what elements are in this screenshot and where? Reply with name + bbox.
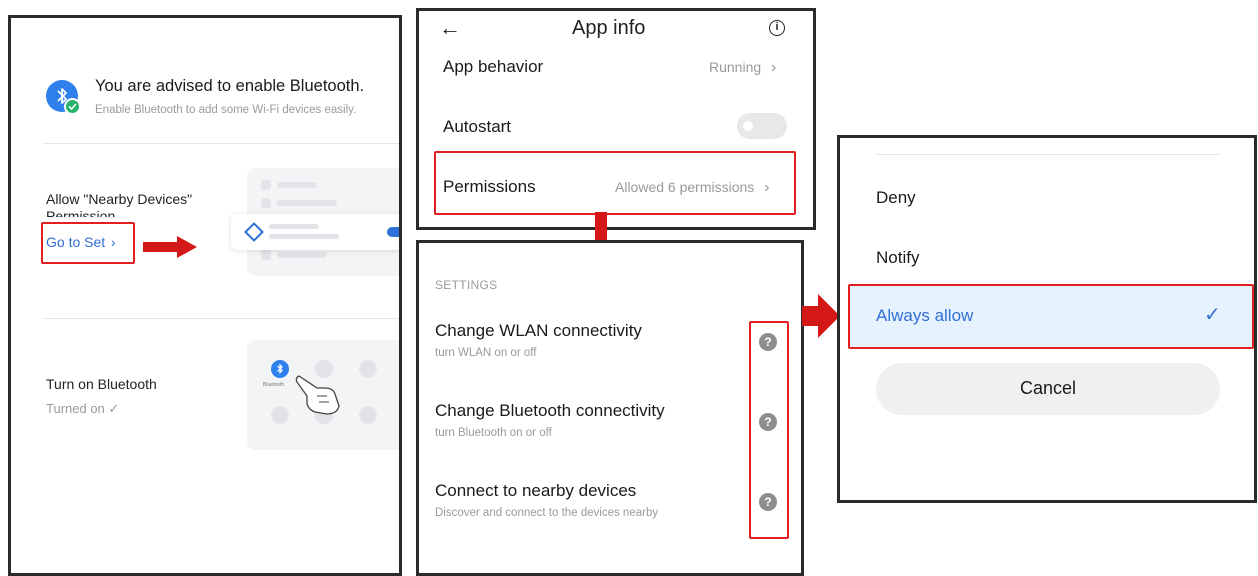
- autostart-toggle[interactable]: [737, 113, 787, 139]
- app-info-panel: ← App info i App behavior Running › Auto…: [416, 8, 816, 230]
- cancel-button-label: Cancel: [1019, 378, 1077, 398]
- pointing-hand-icon: [295, 375, 340, 415]
- permission-illustration-card: [231, 214, 399, 250]
- autostart-row: Autostart: [419, 111, 813, 147]
- permission-choice-dialog: Deny Notify Always allow ✓ Cancel: [837, 135, 1257, 503]
- cancel-button[interactable]: Cancel: [876, 363, 1220, 415]
- check-badge-icon: [64, 98, 81, 115]
- permission-subtitle: Discover and connect to the devices near…: [435, 507, 659, 519]
- settings-permissions-panel: SETTINGS Change WLAN connectivity turn W…: [416, 240, 804, 576]
- option-deny[interactable]: Deny: [840, 182, 1254, 218]
- red-arrow-icon: [143, 236, 199, 258]
- option-notify-label: Notify: [876, 248, 920, 267]
- go-to-set-highlight: [41, 222, 135, 264]
- page-title: App info: [572, 17, 646, 39]
- permission-title: Change WLAN connectivity: [435, 321, 642, 340]
- control-center-illustration: Bluetooth: [247, 340, 399, 450]
- option-deny-label: Deny: [876, 188, 916, 207]
- mock-bluetooth-label: Bluetooth: [263, 382, 285, 388]
- back-arrow-icon[interactable]: ←: [439, 15, 461, 41]
- diamond-icon: [244, 222, 264, 242]
- divider: [43, 318, 399, 319]
- autostart-label: Autostart: [443, 117, 512, 136]
- bluetooth-icon: [46, 80, 81, 115]
- permission-subtitle: turn WLAN on or off: [435, 347, 537, 359]
- permission-title: Connect to nearby devices: [435, 481, 637, 500]
- permission-item-wlan[interactable]: Change WLAN connectivity turn WLAN on or…: [419, 319, 801, 365]
- always-allow-highlight: [848, 284, 1254, 349]
- permission-item-bluetooth[interactable]: Change Bluetooth connectivity turn Bluet…: [419, 399, 801, 445]
- red-arrow-icon: [802, 292, 842, 340]
- permissions-highlight: [434, 151, 796, 215]
- permission-item-nearby[interactable]: Connect to nearby devices Discover and c…: [419, 479, 801, 525]
- divider: [43, 143, 399, 144]
- bluetooth-advice-title: You are advised to enable Bluetooth.: [95, 77, 365, 95]
- app-behavior-row[interactable]: App behavior Running ›: [419, 51, 813, 87]
- settings-section-header: SETTINGS: [435, 278, 498, 292]
- nearby-devices-label: Allow "Nearby Devices" Permission: [46, 191, 193, 217]
- bluetooth-advice-subtitle: Enable Bluetooth to add some Wi-Fi devic…: [95, 104, 357, 116]
- turn-on-bluetooth-label: Turn on Bluetooth: [46, 376, 157, 392]
- bluetooth-tile-icon: [271, 360, 289, 378]
- app-behavior-label: App behavior: [443, 57, 544, 76]
- toggle-on-icon: [387, 227, 399, 237]
- turned-on-status: Turned on ✓: [46, 401, 120, 416]
- option-notify[interactable]: Notify: [840, 242, 1254, 278]
- bluetooth-setup-panel: You are advised to enable Bluetooth. Ena…: [8, 15, 402, 576]
- permission-title: Change Bluetooth connectivity: [435, 401, 665, 420]
- divider: [876, 154, 1220, 155]
- app-behavior-value: Running ›: [709, 59, 777, 76]
- chevron-right-icon: ›: [771, 59, 777, 76]
- info-icon[interactable]: i: [769, 20, 785, 36]
- permission-subtitle: turn Bluetooth on or off: [435, 427, 552, 439]
- help-icons-highlight: [749, 321, 789, 539]
